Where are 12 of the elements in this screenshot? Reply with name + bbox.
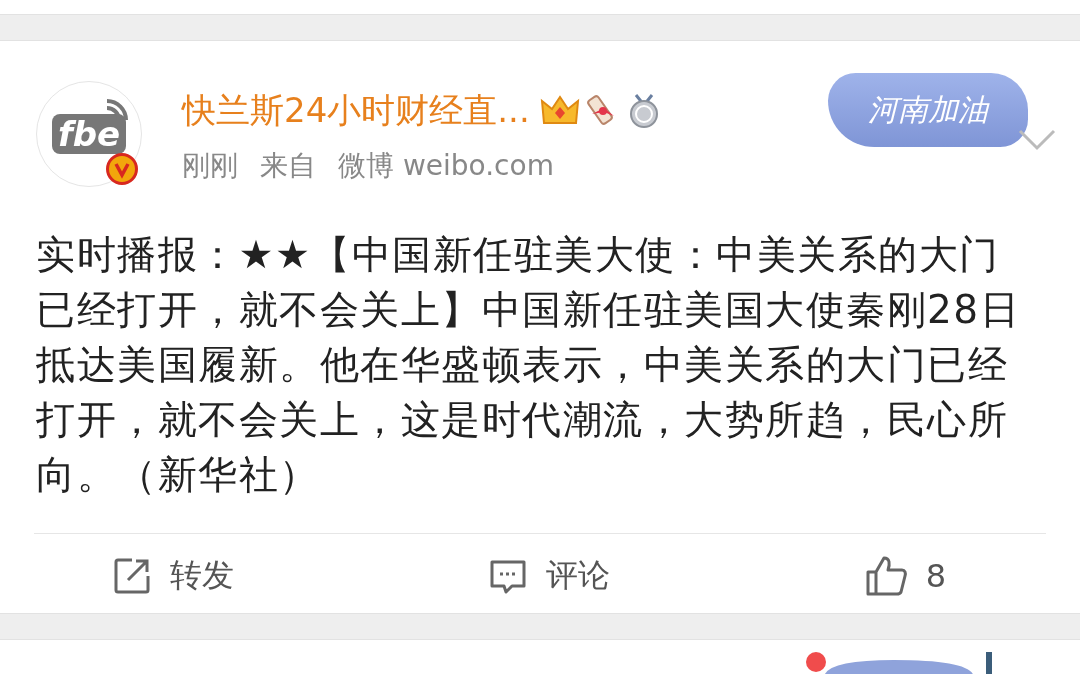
sticker-text: 河南加油: [868, 90, 988, 129]
share-icon: [112, 556, 152, 596]
chevron-down-icon[interactable]: [1018, 129, 1056, 151]
source-label: 来自: [260, 148, 316, 184]
like-button[interactable]: 8: [859, 546, 950, 606]
repost-button[interactable]: 转发: [108, 546, 238, 606]
avatar[interactable]: fbe: [36, 81, 142, 187]
post-time: 刚刚: [182, 148, 238, 184]
source-link[interactable]: 微博 weibo.com: [338, 147, 554, 185]
comment-button[interactable]: 评论: [483, 546, 614, 606]
avatar-logo: fbe: [51, 114, 127, 154]
post-text: 实时播报：★★【中国新任驻美大使：中美关系的大门已经打开，就不会关上】中国新任驻美国大使秦刚28日抵达美国履新。他在华盛顿表示，中美关系的大门已经打开，就不会关上，这是时代潮流，大势所趋，民心所向。（新华社）: [35, 231, 1022, 499]
